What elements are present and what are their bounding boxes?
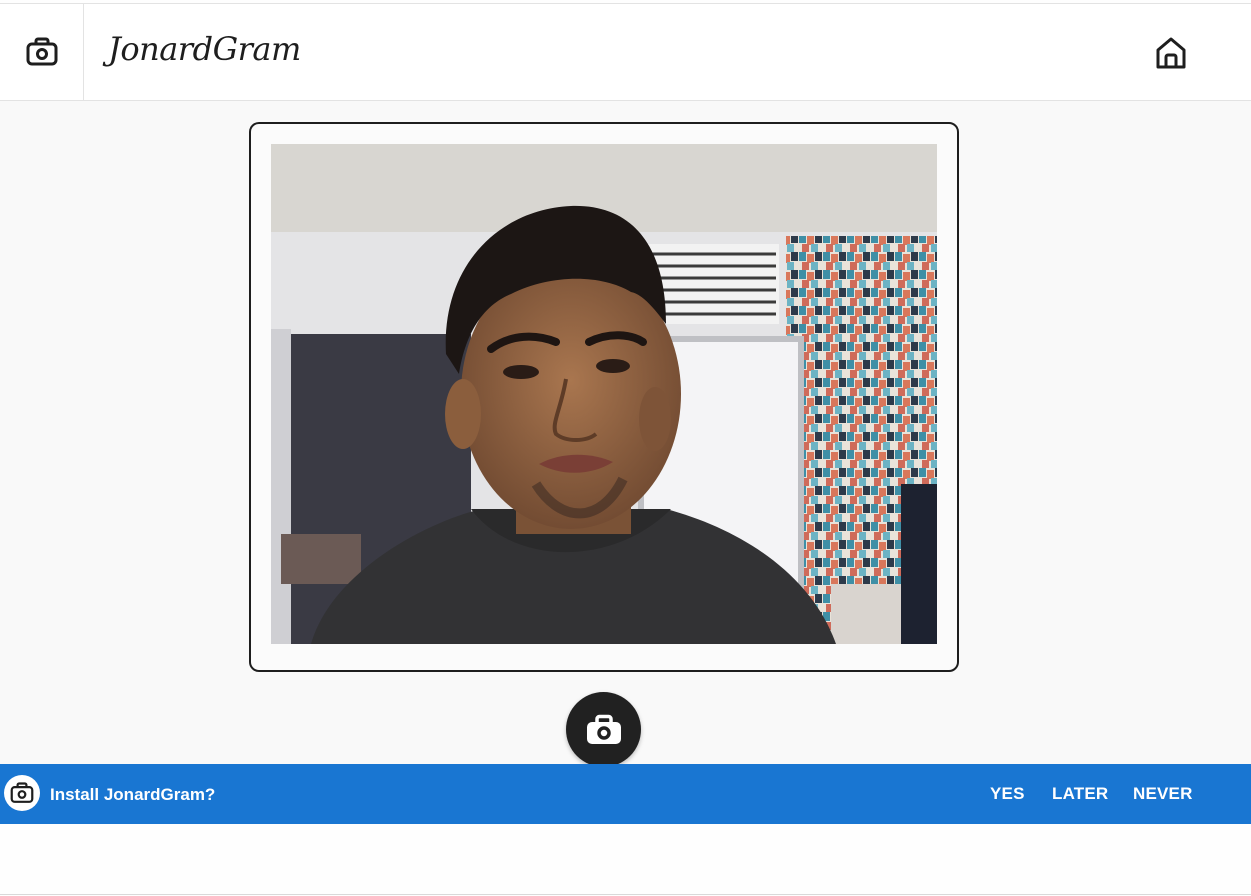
install-prompt-text: Install JonardGram? <box>50 785 216 804</box>
install-yes-button[interactable]: YES <box>990 784 1025 804</box>
page-bottom-area <box>0 824 1251 894</box>
home-button[interactable] <box>1152 34 1190 72</box>
header-camera-button[interactable] <box>0 4 84 100</box>
webcam-feed-image <box>271 144 937 644</box>
install-never-button[interactable]: NEVER <box>1133 784 1193 804</box>
install-later-button[interactable]: LATER <box>1052 784 1108 804</box>
app-header: JonardGram <box>0 4 1251 101</box>
camera-icon <box>586 714 621 744</box>
brand-logo-text: JonardGram <box>108 30 301 68</box>
camera-icon <box>26 37 57 66</box>
home-icon <box>1156 37 1186 69</box>
camera-page <box>0 101 1251 767</box>
capture-photo-button[interactable] <box>566 692 641 767</box>
bottom-border <box>0 894 1251 895</box>
camera-icon <box>10 782 34 803</box>
camera-frame <box>249 122 959 672</box>
webcam-video <box>271 144 937 644</box>
install-app-icon <box>4 775 40 811</box>
install-banner: Install JonardGram? YES LATER NEVER <box>0 764 1251 824</box>
